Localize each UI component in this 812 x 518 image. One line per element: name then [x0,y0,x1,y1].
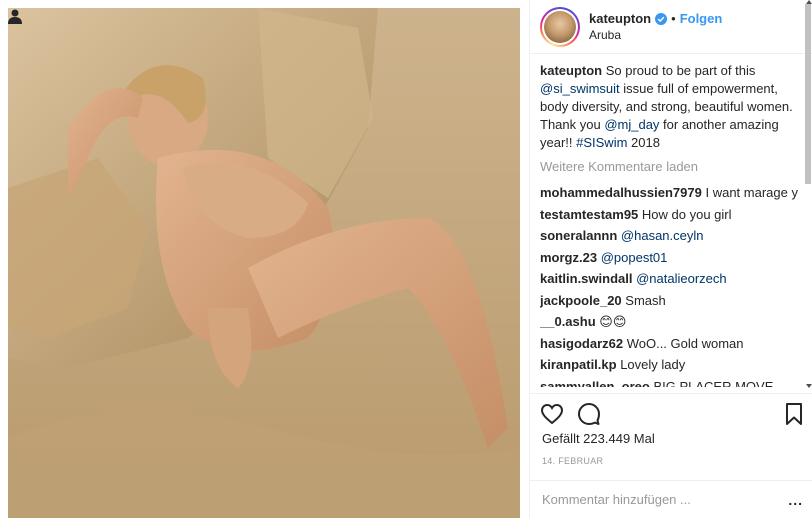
post-caption: kateupton So proud to be part of this @s… [540,62,798,152]
comment-username[interactable]: mohammedalhussien7979 [540,185,702,200]
post-date[interactable]: 14. FEBRUAR [542,456,603,466]
comment-username[interactable]: __0.ashu [540,314,596,329]
divider [530,393,812,394]
follow-button[interactable]: Folgen [680,11,723,27]
avatar[interactable] [540,6,580,47]
comment-username[interactable]: sammyallen_oreo [540,379,650,387]
comment-item: __0.ashu 😊😊 [540,313,798,331]
comment-item: soneralannn @hasan.ceyln [540,227,798,245]
more-options-button[interactable]: ... [788,492,803,508]
caption-text: 2018 [627,135,660,150]
comment-item: jackpoole_20 Smash [540,292,798,310]
user-tag-icon[interactable] [8,8,22,24]
comment-text: BIG PLACER MOVE [649,378,774,387]
caption-text: So proud to be part of this [602,63,756,78]
comments-list[interactable]: kateupton So proud to be part of this @s… [540,62,798,394]
comment-item: testamtestam95 How do you girl [540,206,798,224]
comment-text: 😊😊 [595,314,627,329]
post-actions [540,402,806,428]
comment-bubble-icon[interactable] [577,402,601,426]
verified-badge-icon [655,12,668,25]
comment-mention[interactable]: @hasan.ceyln [621,228,704,243]
scroll-down-arrow-icon[interactable] [806,384,812,388]
comment-item: kaitlin.swindall @natalieorzech [540,270,798,288]
comment-text: WoO... Gold woman [623,335,744,351]
comments-scrollbar[interactable] [804,0,812,395]
header-separator: • [671,10,676,26]
comment-username[interactable]: soneralannn [540,228,617,243]
comment-text: I want marage you come to my bed [705,185,798,200]
likes-count[interactable]: Gefällt 223.449 Mal [542,431,655,446]
load-more-comments-button[interactable]: Weitere Kommentare laden [540,158,798,176]
comment-username[interactable]: morgz.23 [540,250,597,265]
post-header: kateupton • Folgen Aruba [530,0,812,54]
add-comment-input[interactable] [542,489,772,509]
location-link[interactable]: Aruba [589,27,722,43]
post-photo[interactable] [8,8,520,518]
caption-mention[interactable]: @si_swimsuit [540,81,620,96]
comment-text: Lovely lady [616,357,686,372]
photo-illustration [8,8,520,518]
comment-item: sammyallen_oreo BIG PLACER MOVE [540,378,798,387]
caption-mention[interactable]: @mj_day [604,117,659,132]
comment-item: mohammedalhussien7979 I want marage you … [540,184,798,202]
caption-hashtag[interactable]: #SISwim [576,135,627,150]
comment-item: kiranpatil.kp Lovely lady [540,356,798,374]
comment-item: hasigodarz62 WoO... Gold woman [540,335,798,353]
add-comment-section: ... [530,480,812,518]
comment-username[interactable]: kaitlin.swindall [540,271,632,286]
comment-mention[interactable]: @natalieorzech [636,271,727,286]
bookmark-icon[interactable] [782,402,806,426]
heart-icon[interactable] [540,402,564,426]
comment-mention[interactable]: @popest01 [601,250,668,265]
comment-username[interactable]: kiranpatil.kp [540,357,617,372]
comment-username[interactable]: hasigodarz62 [540,336,623,351]
comment-username[interactable]: testamtestam95 [540,207,638,222]
comment-text: Smash [621,292,666,308]
comment-text: How do you girl [638,206,732,222]
avatar-image [544,10,576,43]
comment-username[interactable]: jackpoole_20 [540,293,622,308]
caption-username[interactable]: kateupton [540,63,602,78]
comment-item: morgz.23 @popest01 [540,249,798,267]
scroll-thumb[interactable] [805,4,811,184]
post-sidebar: kateupton • Folgen Aruba kateupton So pr… [529,0,812,518]
header-username[interactable]: kateupton [589,11,651,27]
